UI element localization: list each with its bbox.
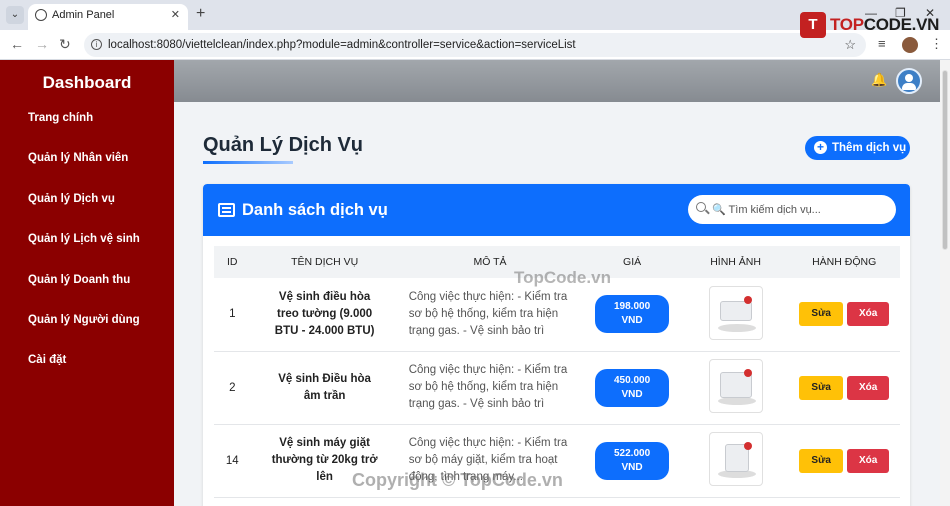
card-header: Danh sách dịch vụ [203, 184, 910, 236]
table-row: 2 Vệ sinh Điều hòa âm trần Công việc thự… [214, 351, 900, 424]
sidebar-item-services[interactable]: Quản lý Dịch vụ [0, 187, 174, 227]
table-row: 1 Vệ sinh điều hòa treo tường (9.000 BTU… [214, 278, 900, 351]
service-thumbnail[interactable] [708, 432, 763, 486]
cell-price: 198.000 VND [581, 278, 682, 351]
sidebar-item-schedule[interactable]: Quản lý Lịch vệ sinh [0, 227, 174, 267]
service-thumbnail[interactable] [708, 285, 763, 340]
card-title: Danh sách dịch vụ [242, 201, 388, 219]
watermark-bottom: Copyright © TopCode.vn [352, 470, 563, 490]
list-icon [218, 203, 235, 217]
page-scrollbar[interactable] [940, 60, 950, 506]
edit-button[interactable]: Sửa [799, 302, 844, 327]
logo-mark: T [800, 12, 826, 38]
delete-button[interactable]: Xóa [847, 302, 890, 327]
back-icon[interactable]: ← [10, 36, 24, 52]
price-badge: 450.000 VND [595, 368, 670, 407]
delete-button[interactable]: Xóa [847, 375, 890, 400]
sidebar-item-revenue[interactable]: Quản lý Doanh thu [0, 268, 174, 308]
service-thumbnail[interactable] [708, 359, 763, 413]
plus-circle-icon: + [814, 141, 827, 154]
edit-button[interactable]: Sửa [799, 375, 844, 400]
cell-image [683, 351, 789, 424]
add-service-button[interactable]: + Thêm dịch vụ [805, 136, 910, 160]
search-input[interactable] [712, 200, 890, 219]
top-bar: 🔔 [174, 60, 950, 102]
page-title: Quản Lý Dịch Vụ [203, 134, 364, 156]
cell-image [683, 278, 789, 351]
url-text: localhost:8080/viettelclean/index.php?mo… [108, 39, 576, 51]
service-list-card: Danh sách dịch vụ ID TÊN DỊCH VỤ MÔ TẢ G… [203, 184, 910, 506]
col-actions[interactable]: HÀNH ĐỘNG [788, 246, 900, 278]
close-icon[interactable]: ✕ [171, 4, 180, 26]
logo-text: TOPCODE.VN [830, 15, 940, 34]
topcode-logo: T TOPCODE.VN [800, 10, 939, 40]
cell-actions: Sửa Xóa [788, 278, 900, 351]
cell-id: 14 [225, 454, 239, 467]
edit-button[interactable]: Sửa [799, 448, 844, 473]
title-underline [203, 161, 293, 164]
sidebar-item-staff[interactable]: Quản lý Nhân viên [0, 146, 174, 186]
search-box [688, 195, 896, 224]
tab-search-button[interactable]: ⌄ [6, 6, 24, 24]
sidebar-item-settings[interactable]: Cài đặt [0, 348, 174, 388]
col-image[interactable]: HÌNH ẢNH [683, 246, 789, 278]
desc-text: Công việc thực hiện: - Kiểm tra sơ bộ hệ… [408, 364, 568, 410]
reload-icon[interactable]: ↻ [59, 36, 71, 53]
globe-icon [35, 9, 47, 21]
desc-text: Công việc thực hiện: - Kiểm tra sơ bộ hệ… [408, 290, 568, 337]
sidebar-item-home[interactable]: Trang chính [0, 106, 174, 146]
col-name[interactable]: TÊN DỊCH VỤ [251, 246, 399, 278]
cell-image [683, 424, 789, 497]
sidebar-brand[interactable]: Dashboard [0, 60, 174, 106]
search-icon [696, 202, 706, 212]
delete-button[interactable]: Xóa [847, 448, 890, 473]
watermark-center: TopCode.vn [514, 268, 611, 287]
cell-desc: Công việc thực hiện: - Kiểm tra sơ bộ hệ… [399, 278, 582, 351]
sidebar-item-users[interactable]: Quản lý Người dùng [0, 308, 174, 348]
cell-actions: Sửa Xóa [788, 351, 900, 424]
price-badge: 198.000 VND [595, 295, 670, 334]
cell-price: 450.000 VND [581, 351, 682, 424]
price-badge: 522.000 VND [595, 441, 670, 480]
cell-id: 2 [229, 381, 236, 394]
cell-price: 522.000 VND [581, 424, 682, 497]
tab-title: Admin Panel [52, 9, 115, 21]
cell-name: Vệ sinh Điều hòa âm trần [278, 372, 371, 402]
user-avatar[interactable] [896, 68, 922, 94]
scrollbar-thumb[interactable] [942, 70, 948, 250]
add-service-label: Thêm dịch vụ [832, 142, 907, 154]
admin-app: Dashboard Trang chính Quản lý Nhân viên … [0, 60, 950, 506]
col-id[interactable]: ID [214, 246, 251, 278]
cell-actions: Sửa Xóa [788, 424, 900, 497]
browser-tab[interactable]: Admin Panel ✕ [28, 4, 188, 30]
sidebar: Dashboard Trang chính Quản lý Nhân viên … [0, 60, 174, 506]
site-info-icon[interactable]: i [91, 39, 102, 50]
forward-icon[interactable]: → [35, 36, 49, 52]
cell-name: Vệ sinh điều hòa treo tường (9.000 BTU -… [274, 290, 375, 337]
cell-id: 1 [229, 308, 236, 321]
menu-dots-icon[interactable]: ⋮ [930, 36, 943, 52]
url-field[interactable]: i localhost:8080/viettelclean/index.php?… [84, 33, 866, 57]
bell-icon[interactable]: 🔔 [871, 72, 887, 88]
new-tab-button[interactable]: + [196, 5, 205, 23]
cell-desc: Công việc thực hiện: - Kiểm tra sơ bộ hệ… [399, 351, 582, 424]
